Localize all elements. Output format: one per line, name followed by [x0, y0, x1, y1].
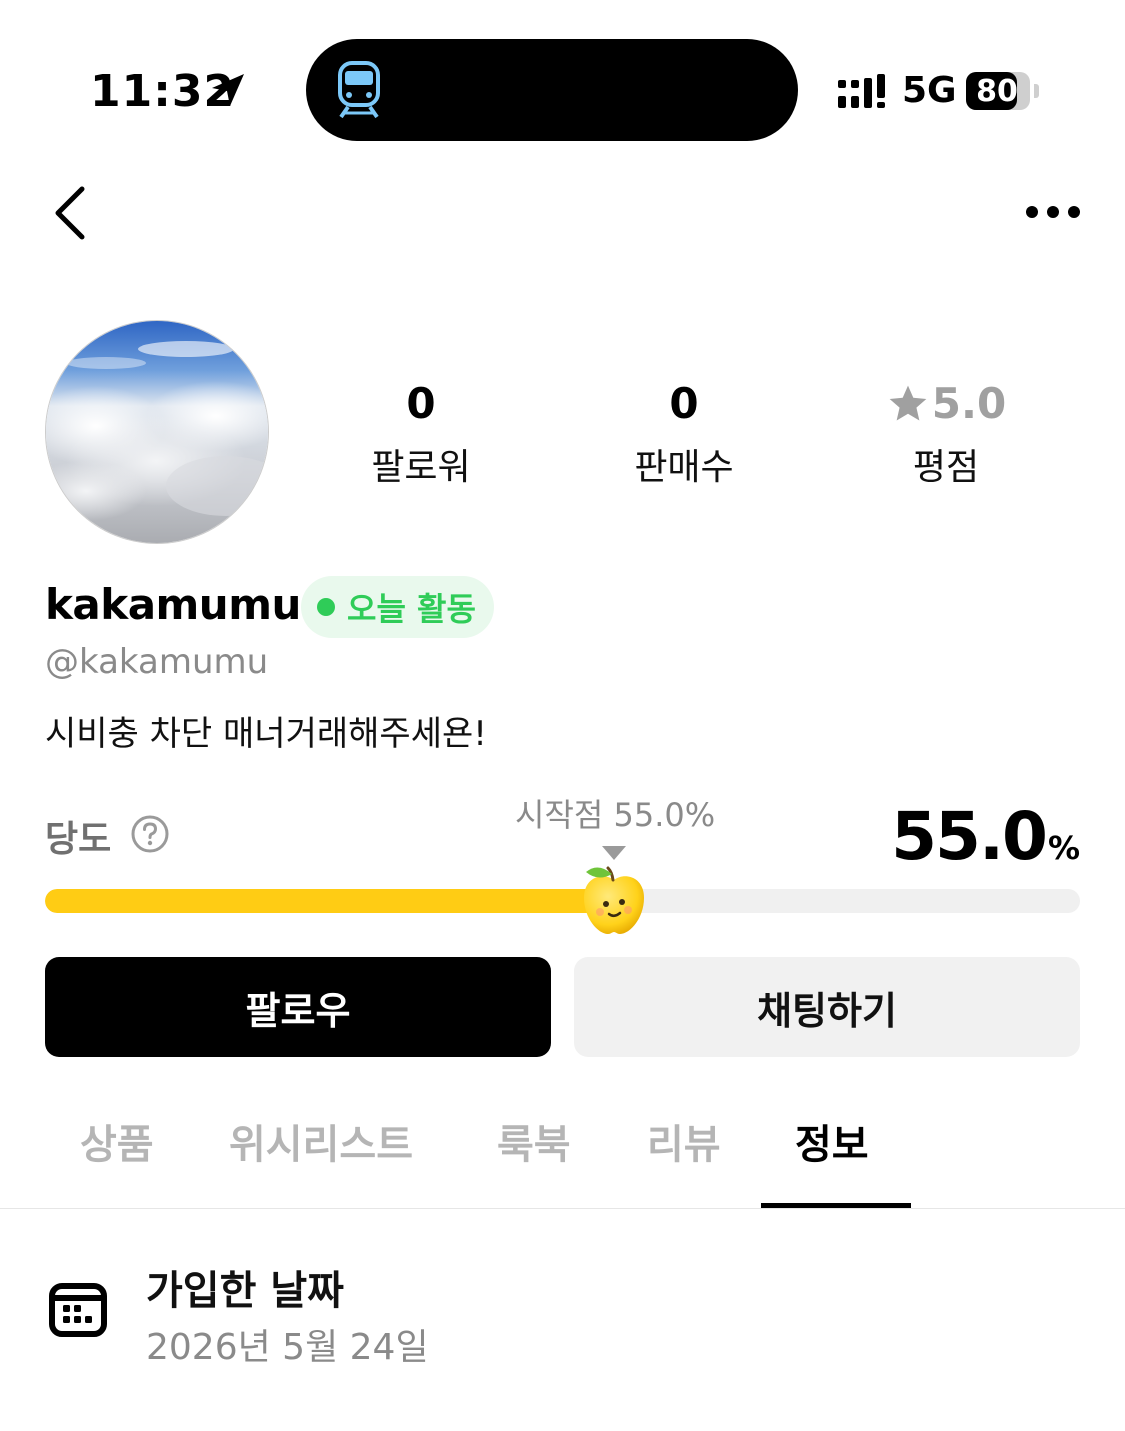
join-date-value: 2026년 5월 24일	[146, 1327, 429, 1368]
location-arrow-icon	[212, 74, 244, 106]
chevron-left-icon[interactable]	[50, 185, 94, 241]
dynamic-island[interactable]	[306, 39, 798, 141]
activity-badge: 오늘 활동	[301, 576, 494, 638]
network-type: 5G	[902, 70, 957, 111]
status-bar: 11:32 5G 80	[0, 0, 1125, 150]
sweetness-unit: %	[1047, 829, 1080, 867]
followers-count: 0	[406, 379, 436, 428]
start-pointer-icon	[602, 846, 626, 860]
sweetness-value: 55.0%	[891, 798, 1080, 875]
sales-label: 판매수	[634, 447, 734, 488]
sweetness-number: 55.0	[891, 798, 1048, 875]
followers-label: 팔로워	[371, 447, 471, 488]
user-bio: 시비충 차단 매너거래해주세욘!	[45, 714, 487, 754]
rating-value: 5.0	[931, 379, 1007, 428]
tab-divider	[0, 1208, 1125, 1209]
user-handle: @kakamumu	[45, 642, 269, 682]
tab-wishlist[interactable]: 위시리스트	[229, 1112, 413, 1170]
signal-icon	[838, 74, 885, 108]
tab-reviews[interactable]: 리뷰	[647, 1112, 721, 1170]
active-dot-icon	[317, 598, 335, 616]
start-point-label: 시작점 55.0%	[515, 796, 716, 834]
sky-clouds-photo	[46, 321, 268, 543]
tab-lookbook[interactable]: 룩북	[497, 1112, 571, 1170]
sweetness-track	[45, 889, 1080, 913]
chat-button[interactable]: 채팅하기	[574, 957, 1080, 1057]
avatar[interactable]	[45, 320, 269, 544]
join-date-title: 가입한 날짜	[146, 1268, 344, 1314]
more-horizontal-icon[interactable]	[1024, 202, 1082, 222]
star-icon	[889, 385, 927, 421]
help-icon[interactable]	[130, 814, 170, 854]
battery-cap	[1034, 84, 1039, 98]
activity-badge-label: 오늘 활동	[347, 590, 476, 628]
sales-count: 0	[669, 379, 699, 428]
tab-info[interactable]: 정보	[795, 1112, 869, 1170]
battery-level: 80	[976, 74, 1018, 109]
follow-button[interactable]: 팔로우	[45, 957, 551, 1057]
battery-icon: 80	[966, 72, 1032, 110]
calendar-icon	[49, 1283, 107, 1337]
stat-followers[interactable]: 0 팔로워	[321, 378, 521, 490]
stat-rating[interactable]: 5.0 평점	[846, 378, 1046, 490]
tab-products[interactable]: 상품	[80, 1112, 154, 1170]
stat-sales[interactable]: 0 판매수	[584, 378, 784, 490]
rating-label: 평점	[912, 447, 980, 488]
rating-value-row: 5.0	[846, 378, 1046, 430]
apple-face-icon	[584, 866, 644, 934]
sweetness-label: 당도	[45, 819, 112, 860]
train-icon	[338, 61, 380, 119]
username: kakamumu	[45, 580, 301, 629]
sweetness-fill	[45, 889, 614, 913]
